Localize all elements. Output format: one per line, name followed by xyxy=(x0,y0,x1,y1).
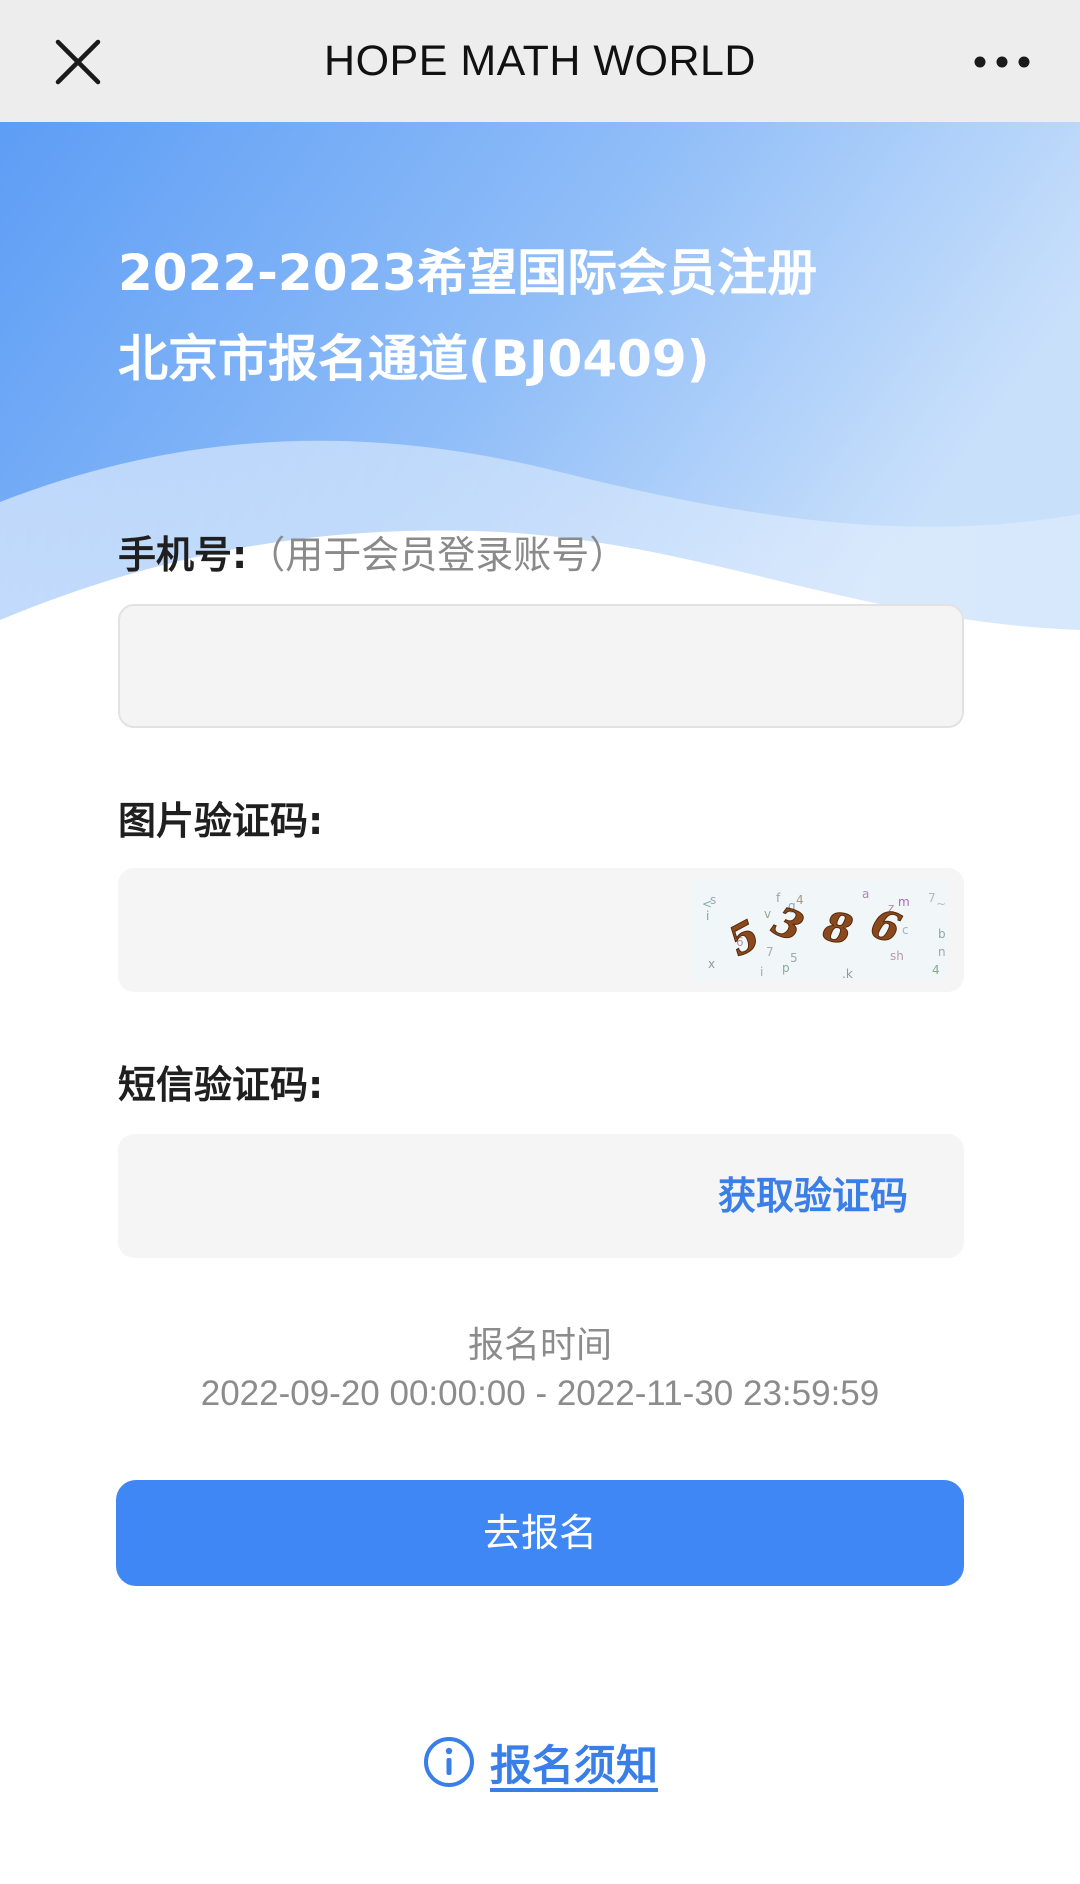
svg-text:.k: .k xyxy=(842,967,853,980)
svg-text:5: 5 xyxy=(790,951,798,965)
phone-label-hint: （用于会员登录账号） xyxy=(247,533,628,577)
svg-text:i: i xyxy=(706,909,709,923)
page: HOPE MATH WORLD 2022-2023希望国际会员注册 北京市报名通… xyxy=(0,0,1080,1884)
top-nav-bar: HOPE MATH WORLD xyxy=(0,0,1080,122)
svg-text:i: i xyxy=(760,965,763,979)
hero-title-line-2: 北京市报名通道(BJ0409) xyxy=(118,330,710,388)
hero-title-line-1: 2022-2023希望国际会员注册 xyxy=(118,244,818,302)
svg-text:p: p xyxy=(782,961,790,975)
hero-title: 2022-2023希望国际会员注册 北京市报名通道(BJ0409) xyxy=(118,230,978,402)
registration-time-label: 报名时间 xyxy=(467,1325,612,1366)
svg-text:a: a xyxy=(862,887,869,901)
phone-label-text: 手机号: xyxy=(118,533,248,577)
svg-text:~: ~ xyxy=(936,897,946,911)
svg-text:c: c xyxy=(902,923,909,937)
svg-text:4: 4 xyxy=(932,963,940,977)
svg-text:7: 7 xyxy=(928,891,936,905)
image-captcha-field[interactable]: < s i v f g 4 a z m 7 ~ c b n sh 4 x 6 5 xyxy=(118,868,964,994)
svg-text:s: s xyxy=(710,893,716,907)
svg-text:v: v xyxy=(764,907,771,921)
registration-notice-link[interactable]: 报名须知 xyxy=(490,1732,658,1793)
close-icon[interactable] xyxy=(52,36,104,88)
svg-text:n: n xyxy=(938,945,946,959)
svg-text:x: x xyxy=(708,957,715,971)
sms-code-input[interactable] xyxy=(142,1134,706,1260)
phone-field[interactable] xyxy=(118,604,964,732)
svg-text:b: b xyxy=(938,927,946,941)
phone-label: 手机号:（用于会员登录账号） xyxy=(118,524,627,579)
image-captcha-input[interactable] xyxy=(142,868,686,994)
phone-input[interactable] xyxy=(144,606,948,732)
sms-code-field[interactable]: 获取验证码 xyxy=(118,1134,964,1260)
submit-registration-button[interactable]: 去报名 xyxy=(116,1480,964,1586)
captcha-image[interactable]: < s i v f g 4 a z m 7 ~ c b n sh 4 x 6 5 xyxy=(692,880,948,980)
nav-title: HOPE MATH WORLD xyxy=(324,37,756,85)
registration-time-range: 2022-09-20 00:00:00 - 2022-11-30 23:59:5… xyxy=(200,1374,880,1413)
sms-code-label: 短信验证码: xyxy=(118,1063,324,1107)
more-horizontal-icon[interactable] xyxy=(972,50,1032,74)
image-captcha-label: 图片验证码: xyxy=(118,799,324,843)
get-sms-code-button[interactable]: 获取验证码 xyxy=(718,1134,908,1258)
registration-notice: 报名须知 xyxy=(0,1730,1080,1794)
info-circle-icon[interactable] xyxy=(422,1735,476,1789)
